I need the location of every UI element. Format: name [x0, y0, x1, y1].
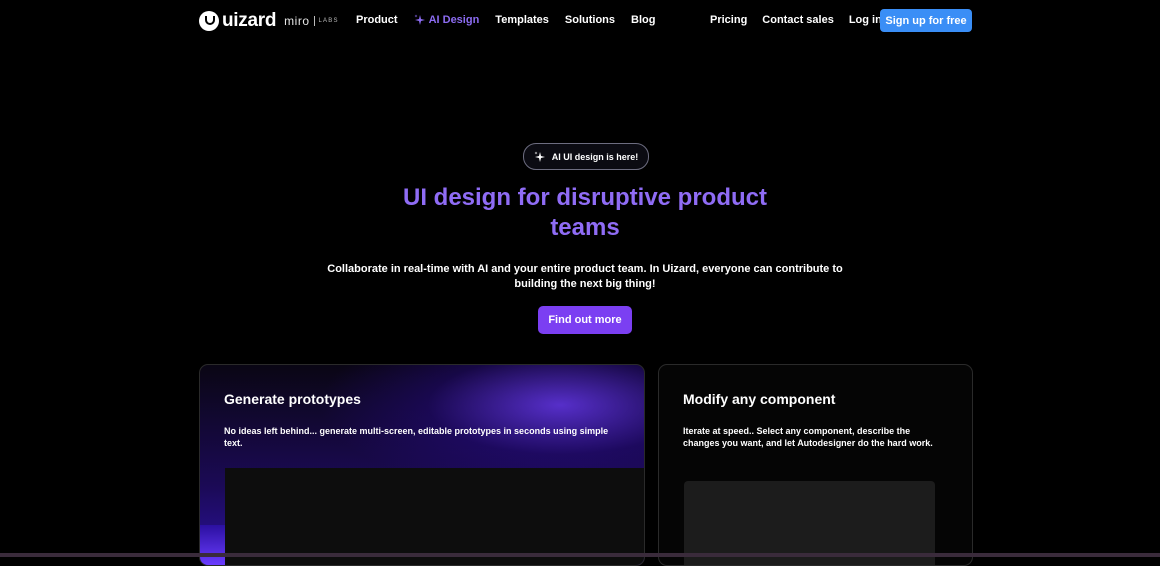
- nav-log-in[interactable]: Log in: [849, 14, 882, 26]
- feature-card-modify-component: Modify any component Iterate at speed.. …: [658, 364, 973, 566]
- decorative-glow: [200, 525, 225, 565]
- logo-wordmark: uizard: [222, 10, 277, 31]
- uizard-logo-icon: [199, 11, 219, 31]
- nav-product[interactable]: Product: [356, 14, 398, 26]
- nav-blog[interactable]: Blog: [631, 14, 655, 26]
- window-bottom-edge: [0, 553, 1160, 557]
- card-title: Generate prototypes: [224, 391, 361, 407]
- card-title: Modify any component: [683, 391, 836, 407]
- feature-card-generate-prototypes: Generate prototypes No ideas left behind…: [199, 364, 645, 566]
- nav-contact-sales[interactable]: Contact sales: [762, 14, 834, 26]
- uizard-logo[interactable]: uizard miro LABS: [199, 10, 339, 32]
- sparkle-icon: [414, 14, 425, 25]
- nav-pricing[interactable]: Pricing: [710, 14, 747, 26]
- nav-solutions[interactable]: Solutions: [565, 14, 615, 26]
- sign-up-button[interactable]: Sign up for free: [880, 9, 972, 32]
- prototype-preview: [225, 468, 644, 565]
- logo-divider: [313, 16, 315, 26]
- badge-text: AI UI design is here!: [551, 151, 639, 162]
- nav-templates[interactable]: Templates: [495, 14, 549, 26]
- primary-nav: Product AI Design Templates Solutions Bl…: [356, 14, 671, 26]
- logo-labs: LABS: [318, 18, 339, 24]
- sparkle-icon: [534, 151, 545, 162]
- secondary-nav: Pricing Contact sales Log in: [710, 14, 897, 26]
- top-navigation: uizard miro LABS Product AI Design Templ…: [0, 0, 1160, 40]
- nav-ai-design-label: AI Design: [428, 14, 480, 26]
- nav-ai-design[interactable]: AI Design: [414, 14, 480, 26]
- find-out-more-button[interactable]: Find out more: [538, 306, 632, 334]
- card-description: No ideas left behind... generate multi-s…: [224, 426, 609, 448]
- ai-announcement-badge[interactable]: AI UI design is here!: [523, 143, 649, 170]
- hero-title: UI design for disruptive product teams: [402, 184, 768, 241]
- hero-subtitle: Collaborate in real-time with AI and you…: [327, 263, 843, 290]
- card-description: Iterate at speed.. Select any component,…: [683, 426, 933, 448]
- logo-miro: miro: [284, 14, 310, 28]
